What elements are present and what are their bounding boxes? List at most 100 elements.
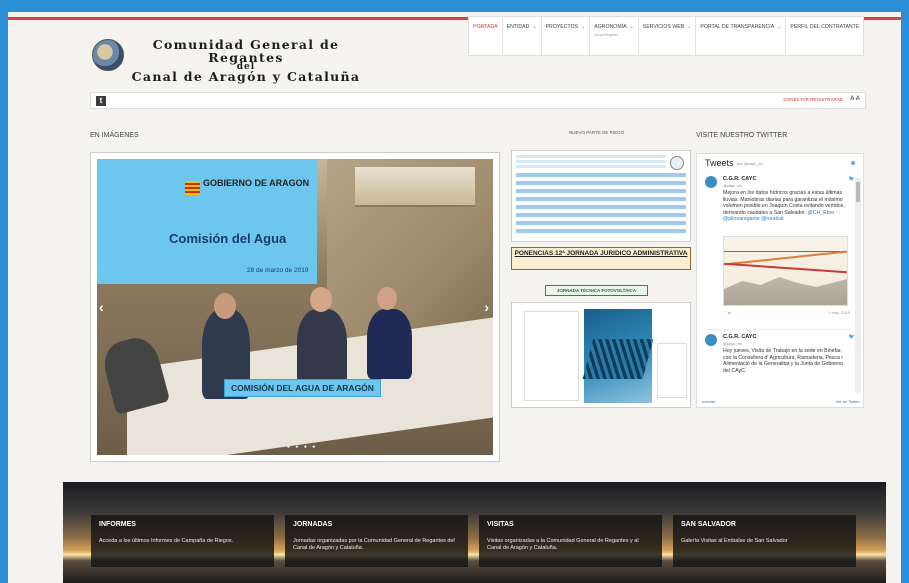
slider-dots[interactable]: ● ● ● ● [287,444,317,450]
fotovoltaica-poster[interactable] [511,302,691,408]
slider-next-arrow-icon[interactable]: › [484,299,489,315]
view-on-twitter-link[interactable]: Ver en Twitter [836,399,860,404]
chevron-down-icon: ⌄ [777,24,782,30]
tweet-handle[interactable]: @cayc_es [723,183,742,188]
tweet-actions-icon[interactable]: ♡ ⇄ [723,310,731,315]
tile-text: Jornadas organizadas por la Comunidad Ge… [293,538,455,551]
twitter-widget-title: Tweets [705,158,734,168]
twitter-icon[interactable]: t [96,96,106,106]
nav-item-label: PROYECTOS [545,24,579,30]
jornada-fotovoltaica-link[interactable]: JORNADA TÉCNICA FOTOVOLTAICA [545,285,648,296]
tile-informes[interactable]: INFORMES Acceda a los últimos Informes d… [91,515,274,567]
tile-san-salvador[interactable]: SAN SALVADOR Galería Visitas al Embalse … [673,515,856,567]
nav-item-sublabel: Zona Regable [594,33,619,37]
solar-panel-image [582,339,654,379]
tweet-text: Mejora en los datos hídricos gracias a e… [723,190,848,223]
tweet-chart-image[interactable] [723,236,848,306]
image-slider[interactable]: GOBIERNO DE ARAGON Comisión del Agua 28 … [90,152,500,462]
tile-title: INFORMES [99,521,136,528]
tweet-author[interactable]: C.G.R. CAYC [723,334,756,340]
report-seal-icon [670,156,684,170]
tweet-divider [705,329,850,330]
avatar[interactable] [705,176,717,188]
tweet-text: Hoy jueves, Visita de Trabajo en la sede… [723,348,843,374]
utility-bar: t CONECTAR REGISTRARSE A A [90,92,866,109]
twitter-widget-byline[interactable]: por @cayc_es [737,161,763,166]
person-shape [297,309,347,389]
tweet[interactable]: C.G.R. CAYC @cayc_es 🐦 Mejora en los dat… [705,176,855,326]
slide-photo: GOBIERNO DE ARAGON Comisión del Agua 28 … [97,159,493,455]
screen-comision-text: Comisión del Agua [169,231,287,246]
twitter-bird-icon: 🐦 [848,176,855,182]
projection-screen: GOBIERNO DE ARAGON Comisión del Agua 28 … [97,159,317,284]
twitter-info-icon[interactable] [851,161,855,165]
nav-item-label: PORTAL DE TRANSPARENCIA [700,24,775,30]
main-nav: PORTADA ENTIDAD ⌄ PROYECTOS ⌄ AGRONOMÍA ⌄ Zo… [468,16,864,56]
tile-title: JORNADAS [293,521,333,528]
person-head [377,287,397,310]
poster-leaflet [524,311,579,401]
person-shape [98,333,171,415]
nav-item-perfil-contratante[interactable]: PERFIL DEL CONTRATANTE [786,17,863,55]
site-title[interactable]: Comunidad General de Regantes del Canal … [126,37,366,84]
nav-item-transparencia[interactable]: PORTAL DE TRANSPARENCIA ⌄ [696,17,787,55]
chevron-down-icon: ⌄ [629,24,634,30]
person-head [310,287,332,312]
chevron-down-icon: ⌄ [532,24,537,30]
page: PORTADA ENTIDAD ⌄ PROYECTOS ⌄ AGRONOMÍA ⌄ Zo… [8,12,901,583]
twitter-widget-footer: Insertar Ver en Twitter [702,399,860,404]
person-head [214,293,236,319]
tile-text: Visitas organizadas a la Comunidad Gener… [487,538,639,551]
nav-item-label: SERVICIOS WEB [642,24,685,30]
nav-item-servicios-web[interactable]: SERVICIOS WEB ⌄ [639,17,697,55]
riego-report-thumbnail[interactable] [511,150,691,242]
section-title-riego: NUEVO PARTE DE RIEGO [569,130,625,135]
twitter-bird-icon: 🐦 [848,334,855,340]
nav-item-label: PERFIL DEL CONTRATANTE [790,24,860,30]
tweet-author[interactable]: C.G.R. CAYC [723,176,756,182]
nav-item-label: AGRONOMÍA [594,24,627,30]
twitter-widget: Tweets por @cayc_es C.G.R. CAYC @cayc_es… [696,153,864,408]
logo[interactable] [92,39,124,71]
twitter-embed-link[interactable]: Insertar [702,399,716,404]
tweet-date[interactable]: 3 may. 2019 [828,310,850,315]
report-header-lines [516,155,666,169]
tile-title: SAN SALVADOR [681,521,736,528]
chevron-down-icon: ⌄ [687,24,692,30]
footer-banner: INFORMES Acceda a los últimos Informes d… [63,482,886,583]
nav-item-agronomia[interactable]: AGRONOMÍA ⌄ Zona Regable [590,17,639,55]
tile-text: Acceda a los últimos Informes de Campaña… [99,538,234,544]
slider-prev-arrow-icon[interactable]: ‹ [99,299,104,315]
avatar[interactable] [705,334,717,346]
nav-item-entidad[interactable]: ENTIDAD ⌄ [503,17,542,55]
site-title-line1: Comunidad General de Regantes [152,37,340,65]
section-title-twitter: VISITE NUESTRO TWITTER [696,132,788,139]
screen-gobierno-text: GOBIERNO DE ARAGON [203,178,310,188]
nav-item-proyectos[interactable]: PROYECTOS ⌄ [542,17,591,55]
slide-arch [355,167,475,207]
section-title-images: EN IMÁGENES [90,132,139,139]
person-shape [367,309,412,379]
font-size-toggle[interactable]: A A [850,96,860,102]
report-table [516,173,686,233]
screen-date-text: 28 de marzo de 2019 [247,267,309,274]
ponencias-link[interactable]: PONENCIAS 12ª JORNADA JURIDICO ADMINISTR… [511,247,691,270]
tile-visitas[interactable]: VISITAS Visitas organizadas a la Comunid… [479,515,662,567]
twitter-scroll-thumb[interactable] [856,182,860,202]
nav-item-portada[interactable]: PORTADA [469,17,503,55]
chart-line [724,262,847,274]
tile-text: Galería Visitas al Embalse de San Salvad… [681,538,788,544]
poster-side-page [657,343,687,398]
slide-caption[interactable]: COMISIÓN DEL AGUA DE ARAGÓN [224,379,381,397]
tile-jornadas[interactable]: JORNADAS Jornadas organizadas por la Com… [285,515,468,567]
tweet-handle[interactable]: @cayc_es [723,341,742,346]
twitter-scrollbar[interactable] [855,178,861,393]
site-title-line3: Canal de Aragón y Cataluña [131,69,361,84]
aragon-flag-icon [185,181,200,195]
tweet[interactable]: C.G.R. CAYC @cayc_es 🐦 Hoy jueves, Visit… [705,334,855,394]
nav-item-label: ENTIDAD [506,24,530,30]
poster-cover [582,309,654,403]
nav-item-label: PORTADA [473,24,498,30]
chevron-down-icon: ⌄ [581,24,586,30]
login-register-link[interactable]: CONECTAR REGISTRARSE [783,97,843,102]
